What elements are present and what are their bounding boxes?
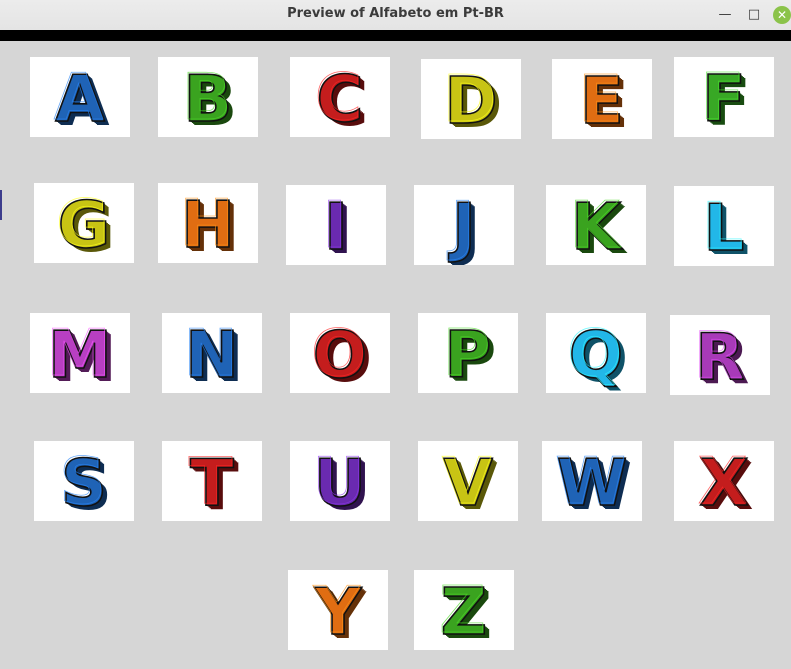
letter-image-y: YYYYYY bbox=[312, 574, 367, 650]
svg-text:C: C bbox=[315, 61, 362, 135]
toolbar-strip bbox=[0, 30, 791, 41]
letter-tile-b[interactable]: BBBBBB bbox=[158, 57, 258, 137]
letter-tile-v[interactable]: VVVVVV bbox=[418, 441, 518, 521]
svg-text:M: M bbox=[47, 317, 111, 391]
svg-text:I: I bbox=[323, 189, 347, 263]
letter-tile-i[interactable]: IIIIII bbox=[286, 185, 386, 265]
letter-tile-u[interactable]: UUUUUU bbox=[290, 441, 390, 521]
letter-image-l: LLLLLL bbox=[702, 190, 749, 266]
svg-text:S: S bbox=[59, 445, 105, 519]
letter-image-o: OOOOOO bbox=[311, 317, 372, 393]
letter-tile-m[interactable]: MMMMMM bbox=[30, 313, 130, 393]
letter-image-h: HHHHHH bbox=[179, 187, 239, 263]
edge-marker bbox=[0, 190, 2, 220]
letter-tile-c[interactable]: CCCCCC bbox=[290, 57, 390, 137]
letter-image-q: QQQQQQ bbox=[567, 317, 628, 393]
letter-tile-d[interactable]: DDDDDD bbox=[421, 59, 521, 139]
letter-image-j: JJJJJJ bbox=[446, 189, 481, 265]
letter-tile-s[interactable]: SSSSSS bbox=[34, 441, 134, 521]
close-icon[interactable]: ✕ bbox=[773, 6, 791, 24]
letter-image-z: ZZZZZZ bbox=[439, 574, 492, 650]
letter-tile-q[interactable]: QQQQQQ bbox=[546, 313, 646, 393]
svg-text:E: E bbox=[579, 63, 623, 137]
window-title: Preview of Alfabeto em Pt-BR bbox=[287, 6, 504, 21]
letter-image-c: CCCCCC bbox=[315, 61, 369, 137]
letter-tile-k[interactable]: KKKKKK bbox=[546, 185, 646, 265]
svg-text:K: K bbox=[570, 189, 622, 263]
letter-tile-n[interactable]: NNNNNN bbox=[162, 313, 262, 393]
letter-tile-j[interactable]: JJJJJJ bbox=[414, 185, 514, 265]
svg-text:P: P bbox=[443, 317, 490, 391]
letter-image-g: GGGGGG bbox=[56, 187, 115, 263]
letter-tile-z[interactable]: ZZZZZZ bbox=[414, 570, 514, 650]
svg-text:O: O bbox=[311, 317, 365, 391]
letter-image-f: FFFFFF bbox=[700, 61, 750, 137]
letter-image-k: KKKKKK bbox=[569, 189, 628, 265]
letter-image-m: MMMMMM bbox=[46, 317, 116, 393]
svg-text:R: R bbox=[694, 319, 743, 393]
svg-text:V: V bbox=[442, 445, 492, 519]
letter-tile-x[interactable]: XXXXXX bbox=[674, 441, 774, 521]
letter-tile-f[interactable]: FFFFFF bbox=[674, 57, 774, 137]
letter-image-b: BBBBBB bbox=[182, 61, 237, 137]
letter-tile-g[interactable]: GGGGGG bbox=[34, 183, 134, 263]
letter-image-e: EEEEEE bbox=[578, 63, 628, 139]
letter-image-w: WWWWWW bbox=[555, 445, 632, 521]
svg-text:D: D bbox=[443, 63, 496, 137]
preview-window: Preview of Alfabeto em Pt-BR — □ ✕ AAAAA… bbox=[0, 0, 791, 669]
letter-tile-w[interactable]: WWWWWW bbox=[542, 441, 642, 521]
svg-text:F: F bbox=[701, 61, 745, 135]
svg-text:Q: Q bbox=[567, 317, 621, 391]
title-bar[interactable]: Preview of Alfabeto em Pt-BR — □ ✕ bbox=[0, 0, 791, 31]
letter-image-r: RRRRRR bbox=[693, 319, 749, 395]
minimize-icon[interactable]: — bbox=[715, 5, 735, 25]
svg-text:B: B bbox=[182, 61, 231, 135]
svg-text:N: N bbox=[184, 317, 238, 391]
svg-text:J: J bbox=[447, 189, 475, 263]
letter-image-d: DDDDDD bbox=[443, 63, 503, 139]
svg-text:G: G bbox=[56, 187, 109, 261]
letter-image-x: XXXXXX bbox=[697, 445, 753, 521]
svg-text:W: W bbox=[555, 445, 626, 519]
letter-image-a: AAAAAA bbox=[53, 61, 110, 137]
svg-text:Y: Y bbox=[312, 574, 360, 648]
svg-text:H: H bbox=[180, 187, 234, 261]
letter-tile-y[interactable]: YYYYYY bbox=[288, 570, 388, 650]
svg-text:Z: Z bbox=[439, 574, 485, 648]
letter-image-u: UUUUUU bbox=[312, 445, 371, 521]
letter-tile-e[interactable]: EEEEEE bbox=[552, 59, 652, 139]
letter-image-p: PPPPPP bbox=[443, 317, 497, 393]
svg-text:U: U bbox=[313, 445, 365, 519]
letter-tile-h[interactable]: HHHHHH bbox=[158, 183, 258, 263]
letter-image-v: VVVVVV bbox=[441, 445, 498, 521]
letter-image-t: TTTTTT bbox=[188, 445, 239, 521]
letter-tile-a[interactable]: AAAAAA bbox=[30, 57, 130, 137]
letter-tile-t[interactable]: TTTTTT bbox=[162, 441, 262, 521]
svg-text:T: T bbox=[189, 445, 233, 519]
letter-image-i: IIIIII bbox=[322, 189, 353, 265]
letter-image-s: SSSSSS bbox=[59, 445, 112, 521]
letter-image-n: NNNNNN bbox=[183, 317, 243, 393]
svg-text:X: X bbox=[698, 445, 747, 519]
letter-tile-o[interactable]: OOOOOO bbox=[290, 313, 390, 393]
letter-tile-l[interactable]: LLLLLL bbox=[674, 186, 774, 266]
letter-tile-r[interactable]: RRRRRR bbox=[670, 315, 770, 395]
svg-text:A: A bbox=[54, 61, 104, 135]
letter-tile-p[interactable]: PPPPPP bbox=[418, 313, 518, 393]
svg-text:L: L bbox=[702, 190, 743, 264]
maximize-icon[interactable]: □ bbox=[744, 5, 764, 25]
